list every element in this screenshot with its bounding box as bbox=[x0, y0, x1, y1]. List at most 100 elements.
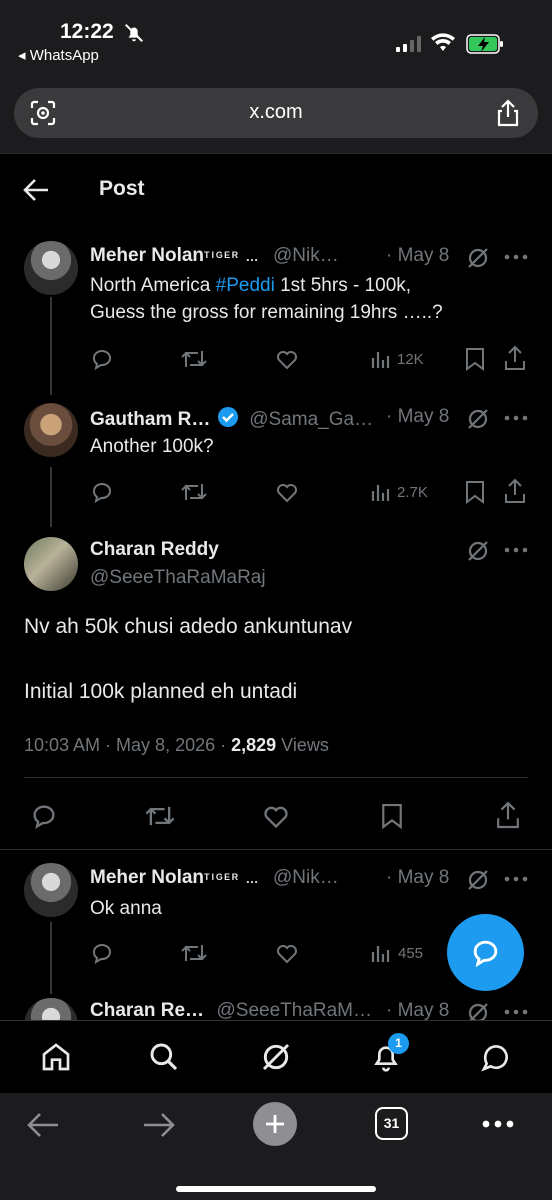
tweet-header: Meher Nolanᵀᴵᴳᴱᴿ … @Nik… bbox=[90, 867, 339, 889]
avatar[interactable] bbox=[24, 241, 78, 295]
author-name[interactable]: Charan Re… bbox=[90, 1000, 204, 1020]
tweet-date[interactable]: · May 8 bbox=[386, 406, 449, 428]
browser-back-icon[interactable] bbox=[26, 1111, 60, 1139]
retweet-icon[interactable] bbox=[180, 347, 208, 371]
author-name[interactable]: Gautham R… bbox=[90, 409, 210, 430]
wifi-icon bbox=[431, 33, 455, 51]
share-icon[interactable] bbox=[504, 478, 526, 504]
author-name[interactable]: Charan Reddy bbox=[90, 539, 219, 561]
grok-icon[interactable] bbox=[466, 1001, 490, 1020]
retweet-icon[interactable] bbox=[180, 480, 208, 504]
avatar[interactable] bbox=[24, 537, 78, 591]
tweet-date[interactable]: · May 8 bbox=[386, 867, 449, 889]
tweet-text: Another 100k? bbox=[90, 436, 214, 457]
tweet-text: Ok anna bbox=[90, 898, 162, 919]
more-icon[interactable] bbox=[504, 1007, 528, 1017]
more-icon[interactable] bbox=[504, 413, 528, 423]
bookmark-icon[interactable] bbox=[464, 480, 486, 504]
reply-icon[interactable] bbox=[90, 347, 114, 371]
like-icon[interactable] bbox=[275, 347, 299, 371]
tweet-date[interactable]: · May 8 bbox=[386, 245, 449, 267]
avatar[interactable] bbox=[24, 998, 78, 1020]
author-handle[interactable]: @Nik… bbox=[273, 245, 339, 266]
address-bar[interactable]: x.com bbox=[14, 88, 538, 138]
like-icon[interactable] bbox=[275, 480, 299, 504]
back-arrow-icon[interactable] bbox=[22, 177, 50, 203]
bell-off-icon bbox=[125, 24, 143, 42]
tweet-text-part: 1st 5hrs - 100k, bbox=[274, 275, 412, 296]
post-timestamp[interactable]: 10:03 AM · May 8, 2026 · bbox=[24, 735, 231, 755]
author-handle[interactable]: @Nik… bbox=[273, 867, 339, 888]
divider bbox=[24, 777, 528, 778]
reply-icon[interactable] bbox=[30, 802, 58, 830]
author-name-suffix: ᵀᴵᴳᴱᴿ … bbox=[204, 871, 261, 886]
tab-switcher-button[interactable]: 31 bbox=[375, 1107, 408, 1140]
author-handle[interactable]: @SeeeThaRaMaRaj bbox=[90, 567, 266, 589]
avatar[interactable] bbox=[24, 403, 78, 457]
bookmark-icon[interactable] bbox=[380, 802, 404, 830]
views-icon[interactable] bbox=[370, 942, 392, 964]
reply-icon[interactable] bbox=[90, 480, 114, 504]
url-text: x.com bbox=[249, 101, 303, 123]
grok-icon[interactable] bbox=[466, 246, 490, 270]
share-icon[interactable] bbox=[496, 99, 520, 127]
status-time: 12:22 bbox=[60, 20, 114, 43]
like-icon[interactable] bbox=[275, 941, 299, 965]
grok-icon[interactable] bbox=[466, 407, 490, 431]
grok-icon[interactable] bbox=[466, 539, 490, 563]
views-count: 455 bbox=[398, 945, 424, 962]
home-indicator bbox=[176, 1186, 376, 1192]
post-text-line: Nv ah 50k chusi adedo ankuntunav bbox=[24, 615, 353, 638]
tweet-text-line: Guess the gross for remaining 19hrs …..? bbox=[90, 302, 443, 323]
reply-peek: Charan Re… @SeeeThaRaM… · May 8 bbox=[0, 994, 552, 1020]
tweet-header: Gautham R… @Sama_Ga… bbox=[90, 406, 373, 431]
messages-icon[interactable] bbox=[480, 1041, 512, 1073]
more-icon[interactable] bbox=[504, 874, 528, 884]
tweet-header: Charan Re… @SeeeThaRaM… bbox=[90, 1000, 372, 1020]
share-icon[interactable] bbox=[504, 345, 526, 371]
bookmark-icon[interactable] bbox=[464, 347, 486, 371]
compose-icon bbox=[473, 940, 498, 968]
home-icon[interactable] bbox=[40, 1041, 72, 1073]
avatar[interactable] bbox=[24, 863, 78, 917]
thread-line bbox=[50, 467, 52, 527]
tweet-header: Meher Nolanᵀᴵᴳᴱᴿ … @Nik… bbox=[90, 245, 339, 267]
battery-charging-icon bbox=[466, 34, 503, 54]
tweet-date[interactable]: · May 8 bbox=[386, 1000, 449, 1020]
share-icon[interactable] bbox=[496, 800, 520, 830]
thread-line bbox=[50, 922, 52, 994]
author-name[interactable]: Meher Nolan bbox=[90, 245, 204, 266]
post-views-label: Views bbox=[276, 735, 329, 755]
more-icon[interactable] bbox=[504, 545, 528, 555]
views-icon[interactable] bbox=[370, 481, 392, 503]
reply-icon[interactable] bbox=[90, 941, 114, 965]
grok-icon[interactable] bbox=[466, 868, 490, 892]
tweet-text: North America #Peddi 1st 5hrs - 100k, Gu… bbox=[90, 272, 530, 326]
search-icon[interactable] bbox=[148, 1041, 180, 1073]
browser-address-area: x.com bbox=[0, 78, 552, 154]
author-handle[interactable]: @SeeeThaRaM… bbox=[216, 1000, 372, 1020]
post-views-count: 2,829 bbox=[231, 735, 277, 755]
more-menu-icon[interactable] bbox=[481, 1119, 515, 1129]
hashtag-link[interactable]: #Peddi bbox=[216, 275, 275, 296]
post-text-line: Initial 100k planned eh untadi bbox=[24, 680, 298, 703]
back-to-app-link[interactable]: ◂ WhatsApp bbox=[18, 46, 99, 64]
author-name-suffix: ᵀᴵᴳᴱᴿ … bbox=[204, 249, 261, 264]
views-count: 12K bbox=[397, 351, 424, 368]
compose-button[interactable] bbox=[447, 914, 524, 991]
author-handle[interactable]: @Sama_Ga… bbox=[249, 409, 373, 430]
bottom-tab-bar bbox=[0, 1020, 552, 1093]
plus-icon bbox=[266, 1115, 284, 1133]
notifications-badge: 1 bbox=[388, 1033, 409, 1054]
author-name[interactable]: Meher Nolan bbox=[90, 867, 204, 888]
verified-badge-icon bbox=[217, 407, 238, 427]
grok-icon[interactable] bbox=[260, 1041, 292, 1073]
retweet-icon[interactable] bbox=[180, 941, 208, 965]
more-icon[interactable] bbox=[504, 252, 528, 262]
cellular-signal-icon bbox=[396, 36, 421, 52]
like-icon[interactable] bbox=[262, 802, 290, 830]
browser-forward-icon[interactable] bbox=[142, 1111, 176, 1139]
views-icon[interactable] bbox=[370, 348, 392, 370]
new-tab-button[interactable] bbox=[253, 1102, 297, 1146]
retweet-icon[interactable] bbox=[144, 802, 176, 830]
